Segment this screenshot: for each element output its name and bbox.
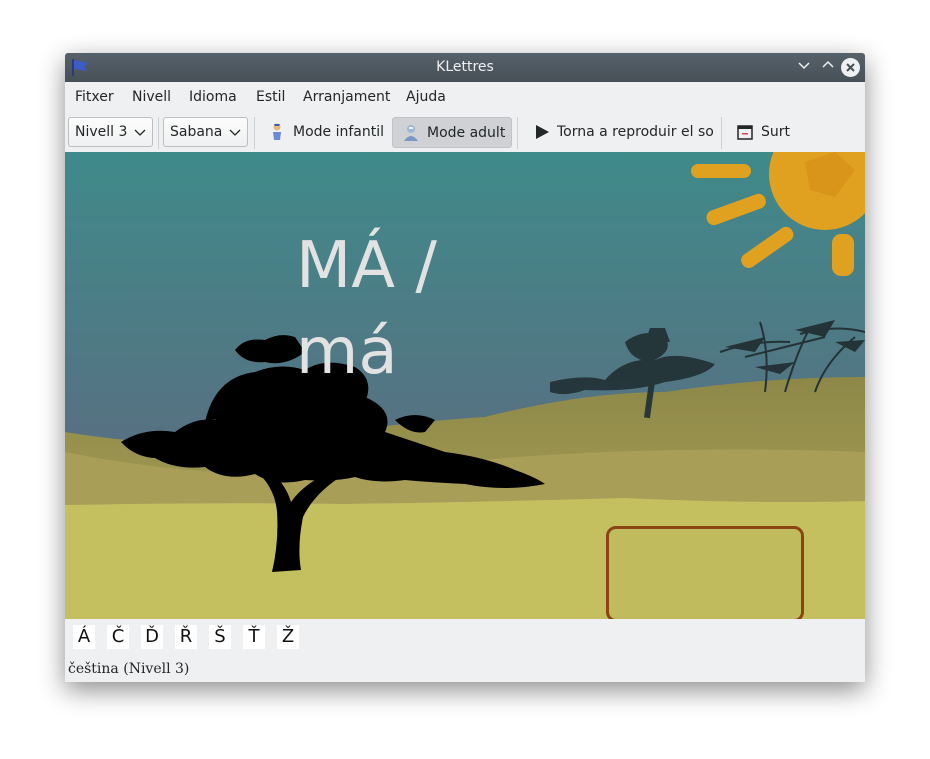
title-bar: KLettres: [65, 53, 865, 82]
letter-button[interactable]: Š: [209, 625, 231, 649]
toolbar-separator: [721, 117, 722, 149]
minimize-button[interactable]: [794, 58, 813, 77]
kid-mode-button[interactable]: Mode infantil: [261, 117, 389, 148]
replay-sound-label: Torna a reproduir el so: [557, 124, 714, 140]
tool-bar: Nivell 3 Sabana Mode infantil Mode adult: [65, 112, 865, 152]
theme-combo[interactable]: Sabana: [163, 117, 248, 147]
quit-icon: [737, 125, 753, 140]
menu-nivell[interactable]: Nivell: [132, 89, 171, 105]
adult-mode-button[interactable]: Mode adult: [392, 117, 512, 148]
menu-estil[interactable]: Estil: [256, 89, 285, 105]
toolbar-separator: [158, 117, 159, 149]
chevron-down-icon: [134, 129, 146, 136]
replay-sound-button[interactable]: Torna a reproduir el so: [524, 117, 714, 148]
menu-bar: Fitxer Nivell Idioma Estil Arranjament A…: [65, 82, 865, 112]
special-letters-bar: Á Č Ď Ř Š Ť Ž: [65, 619, 865, 656]
level-combo[interactable]: Nivell 3: [68, 117, 153, 147]
target-word: MÁ / má: [296, 223, 466, 395]
chevron-down-icon: [797, 62, 810, 70]
quit-button[interactable]: Surt: [728, 117, 798, 148]
letter-button[interactable]: Á: [73, 625, 95, 649]
kid-mode-label: Mode infantil: [293, 124, 385, 140]
toolbar-separator: [254, 117, 255, 149]
letter-button[interactable]: Ď: [141, 625, 163, 649]
close-icon: [846, 63, 855, 72]
close-button[interactable]: [841, 58, 860, 77]
chevron-down-icon: [229, 129, 241, 136]
app-window: KLettres Fitxer Nivell Idioma Estil Arra…: [65, 53, 865, 682]
target-word-lower: má: [296, 315, 398, 389]
letter-button[interactable]: Ř: [175, 625, 197, 649]
target-word-upper: MÁ /: [296, 229, 437, 303]
letter-button[interactable]: Ť: [243, 625, 265, 649]
maximize-button[interactable]: [818, 58, 837, 77]
answer-input[interactable]: [606, 526, 804, 619]
letter-button[interactable]: Ž: [277, 625, 299, 649]
kid-mode-icon: [273, 123, 281, 140]
menu-idioma[interactable]: Idioma: [189, 89, 237, 105]
theme-combo-value: Sabana: [170, 124, 223, 140]
menu-arranjament[interactable]: Arranjament: [303, 89, 390, 105]
adult-mode-icon: [404, 125, 418, 141]
letter-button[interactable]: Č: [107, 625, 129, 649]
toolbar-separator: [517, 117, 518, 149]
adult-mode-label: Mode adult: [427, 125, 506, 141]
status-bar: čeština (Nivell 3): [65, 657, 865, 682]
play-icon: [536, 125, 549, 139]
menu-ajuda[interactable]: Ajuda: [406, 89, 446, 105]
window-title: KLettres: [436, 59, 494, 75]
level-combo-value: Nivell 3: [75, 124, 128, 140]
game-scene: MÁ / má: [65, 152, 865, 619]
chevron-up-icon: [821, 60, 834, 68]
status-text: čeština (Nivell 3): [68, 661, 190, 677]
quit-label: Surt: [761, 124, 791, 140]
menu-fitxer[interactable]: Fitxer: [75, 89, 114, 105]
